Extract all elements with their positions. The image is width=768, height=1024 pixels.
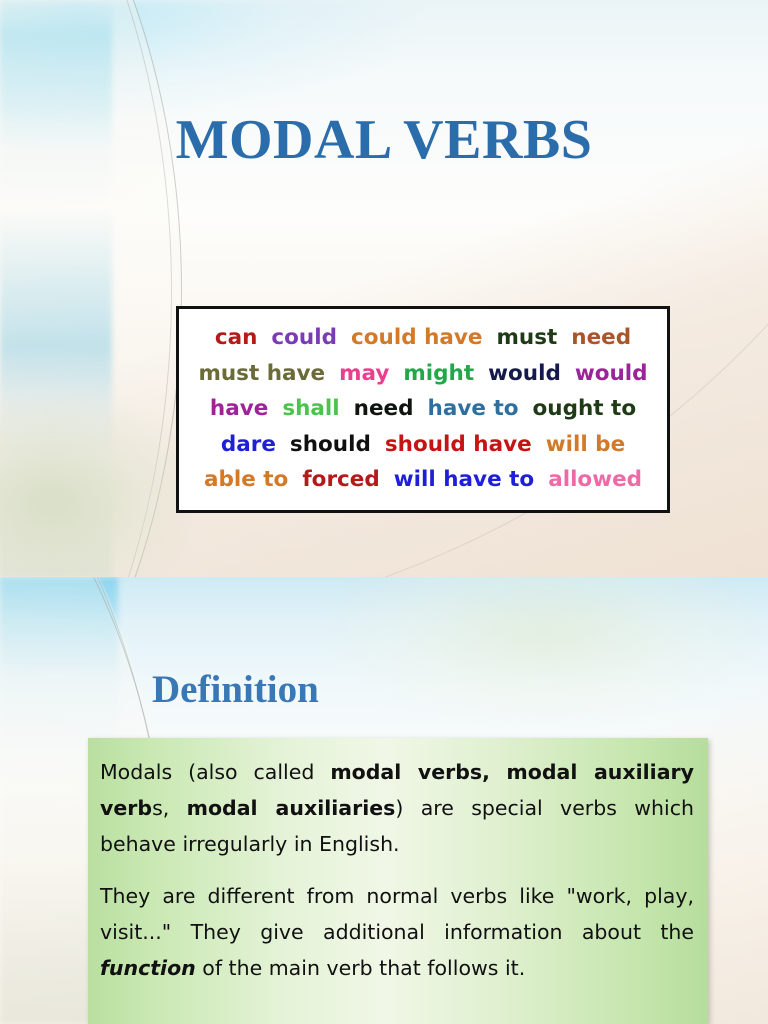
modal-word: allowed — [548, 467, 643, 492]
word-cloud-row: able to forced will have to allowed — [187, 462, 659, 498]
page-title: MODAL VERBS — [175, 108, 593, 171]
modal-word: have — [209, 396, 269, 421]
modal-word: able to — [203, 467, 289, 492]
slide-1-green-glow — [0, 400, 190, 577]
modal-word: need — [353, 396, 414, 421]
modal-word: should have — [384, 431, 532, 457]
definition-paragraph-1: Modals (also called modal verbs, modal a… — [100, 754, 694, 862]
modal-word: ought to — [532, 396, 637, 421]
definition-paragraph-2: They are different from normal verbs lik… — [100, 878, 694, 986]
text-run: of the main verb that follows it. — [195, 956, 526, 980]
section-heading-definition: Definition — [152, 668, 319, 712]
word-cloud-row: have shall need have to ought to — [187, 391, 659, 427]
modal-word: must — [496, 325, 558, 350]
modal-word: forced — [302, 467, 380, 492]
modal-word: would — [488, 360, 561, 386]
modal-verbs-word-cloud-image: can could could have must need must have may mi… — [176, 306, 670, 513]
modal-word: need — [571, 325, 632, 350]
modal-word: can — [214, 325, 258, 350]
slide-2-top-glow — [330, 577, 760, 727]
modal-word: must have — [198, 360, 326, 386]
text-run: modal auxiliaries — [186, 796, 396, 820]
text-run: They are different from normal verbs lik… — [100, 884, 694, 944]
word-cloud-row: dare should should have will be — [187, 427, 659, 463]
word-cloud-row: can could could have must need — [187, 320, 659, 356]
text-run: Modals (also called — [100, 760, 331, 784]
modal-word: will be — [545, 431, 626, 457]
text-run: s, — [152, 796, 187, 820]
text-run: function — [100, 956, 196, 980]
modal-word: could — [271, 325, 337, 350]
slide-1: MODAL VERBS can could could have must need mu… — [0, 0, 768, 577]
modal-word: may — [339, 360, 390, 386]
modal-word: will have to — [393, 467, 535, 492]
word-cloud-row: must have may might would would — [187, 356, 659, 392]
modal-word: dare — [220, 431, 276, 457]
modal-word: should — [289, 431, 371, 457]
definition-text-box: Modals (also called modal verbs, modal a… — [88, 738, 708, 1024]
modal-word: might — [403, 360, 475, 386]
modal-word: would — [574, 360, 648, 386]
slide-deck: MODAL VERBS can could could have must need mu… — [0, 0, 768, 1024]
modal-word: could have — [351, 325, 483, 350]
modal-word: shall — [282, 396, 340, 421]
modal-word: have to — [427, 396, 519, 421]
